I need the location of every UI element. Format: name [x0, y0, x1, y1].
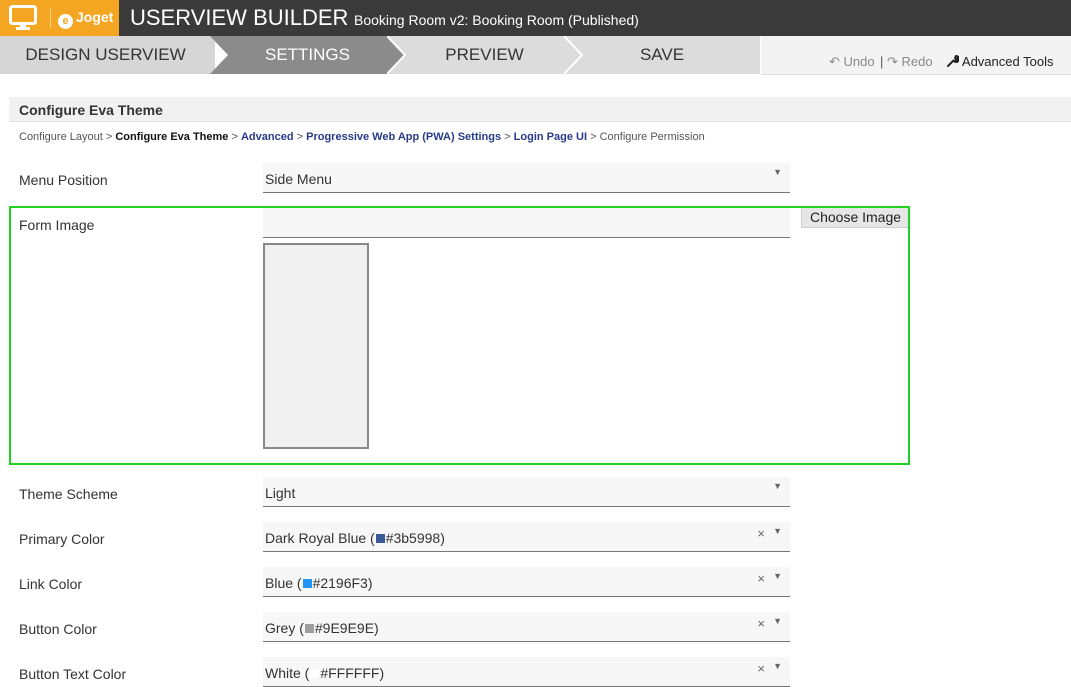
chevron-down-icon[interactable]: ▼ [773, 661, 782, 671]
crumb-configure-permission[interactable]: Configure Permission [600, 131, 705, 143]
primary-color-hex: #3b5998) [385, 530, 445, 546]
step-label: SAVE [639, 45, 685, 64]
form-image-input[interactable] [263, 208, 790, 238]
chevron-down-icon[interactable]: ▼ [773, 616, 782, 626]
button-color-name: Grey ( [265, 620, 304, 636]
color-swatch [310, 669, 320, 678]
joget-logo-icon: e [58, 14, 73, 29]
crumb-separator: > [105, 131, 113, 143]
button-text-color-name: White ( [265, 665, 310, 681]
top-bar: e Joget USERVIEW BUILDER Booking Room v2:… [0, 0, 1071, 36]
crumb-separator: > [296, 131, 304, 143]
crumb-advanced[interactable]: Advanced [241, 131, 294, 143]
step-design-userview[interactable]: DESIGN USERVIEW [0, 36, 215, 74]
step-save[interactable]: SAVE [564, 36, 760, 74]
crumb-pwa-settings[interactable]: Progressive Web App (PWA) Settings [306, 131, 501, 143]
primary-color-value: Dark Royal Blue ( #3b5998) [265, 530, 445, 546]
advanced-tools-button[interactable]: Advanced Tools [947, 54, 1053, 69]
button-text-color-value: White ( #FFFFFF) [265, 665, 384, 681]
button-color-label: Button Color [19, 621, 97, 637]
redo-button[interactable]: ↷ Redo [887, 54, 933, 70]
chevron-down-icon[interactable]: ▼ [773, 526, 782, 536]
link-color-value: Blue ( #2196F3) [265, 575, 373, 591]
logo-divider [50, 8, 51, 28]
undo-icon: ↶ [829, 54, 840, 69]
app-subtitle: Booking Room v2: Booking Room (Published… [354, 12, 639, 28]
menu-position-value: Side Menu [265, 171, 332, 187]
tools-bar: ↶ Undo | ↷ Redo Advanced Tools [761, 36, 1071, 75]
joget-logo: e Joget [58, 9, 113, 29]
undo-button[interactable]: ↶ Undo [829, 54, 875, 70]
theme-scheme-value: Light [265, 485, 296, 501]
step-preview[interactable]: PREVIEW [387, 36, 582, 74]
theme-scheme-select[interactable]: Light ▼ [263, 477, 790, 507]
button-text-color-hex: #FFFFFF) [320, 665, 385, 681]
theme-scheme-label: Theme Scheme [19, 486, 118, 502]
logo-area: e Joget [0, 0, 119, 36]
menu-position-select[interactable]: Side Menu ▼ [263, 163, 790, 193]
crumb-configure-eva-theme[interactable]: Configure Eva Theme [115, 131, 228, 143]
panel-header: Configure Eva Theme [9, 97, 1071, 122]
undo-label: Undo [843, 54, 875, 69]
menu-position-label: Menu Position [19, 172, 108, 188]
color-swatch [302, 579, 312, 588]
step-label: SETTINGS [264, 45, 350, 64]
button-color-value: Grey ( #9E9E9E) [265, 620, 379, 636]
crumb-configure-layout[interactable]: Configure Layout [19, 131, 103, 143]
link-color-hex: #2196F3) [312, 575, 373, 591]
chevron-down-icon[interactable]: ▼ [773, 167, 782, 177]
chevron-down-icon[interactable]: ▼ [773, 481, 782, 491]
form-image-label: Form Image [19, 217, 95, 233]
panel-title: Configure Eva Theme [19, 102, 163, 118]
choose-image-button[interactable]: Choose Image [801, 207, 910, 228]
crumb-login-page-ui[interactable]: Login Page UI [514, 131, 587, 143]
crumb-separator: > [590, 131, 597, 143]
close-icon[interactable]: × [757, 526, 765, 541]
highlight-box [9, 206, 910, 465]
color-swatch [304, 624, 314, 633]
link-color-name: Blue ( [265, 575, 302, 591]
primary-color-label: Primary Color [19, 531, 105, 547]
breadcrumb: Configure Layout > Configure Eva Theme >… [19, 131, 705, 143]
button-color-hex: #9E9E9E) [314, 620, 379, 636]
primary-color-select[interactable]: Dark Royal Blue ( #3b5998) × ▼ [263, 522, 790, 552]
step-label: DESIGN USERVIEW [25, 45, 186, 64]
redo-label: Redo [901, 54, 933, 69]
redo-icon: ↷ [887, 54, 898, 69]
color-swatch [375, 534, 385, 543]
step-settings[interactable]: SETTINGS [210, 36, 405, 74]
crumb-separator: > [231, 131, 238, 143]
link-color-label: Link Color [19, 576, 83, 592]
tools-separator: | [880, 54, 884, 69]
form-image-preview [263, 243, 369, 449]
joget-logo-text: Joget [76, 9, 114, 25]
builder-steps: DESIGN USERVIEW SETTINGS PREVIEW SAVE [0, 36, 760, 74]
link-color-select[interactable]: Blue ( #2196F3) × ▼ [263, 567, 790, 597]
builder-title: USERVIEW BUILDER [130, 5, 349, 30]
monitor-icon[interactable] [9, 5, 37, 31]
primary-color-name: Dark Royal Blue ( [265, 530, 375, 546]
chevron-down-icon[interactable]: ▼ [773, 571, 782, 581]
step-label: PREVIEW [445, 45, 524, 64]
crumb-separator: > [504, 131, 511, 143]
advanced-tools-label: Advanced Tools [961, 54, 1054, 69]
button-text-color-select[interactable]: White ( #FFFFFF) × ▼ [263, 657, 790, 687]
close-icon[interactable]: × [757, 616, 765, 631]
close-icon[interactable]: × [757, 661, 765, 676]
wrench-icon [947, 55, 961, 67]
button-color-select[interactable]: Grey ( #9E9E9E) × ▼ [263, 612, 790, 642]
close-icon[interactable]: × [757, 571, 765, 586]
